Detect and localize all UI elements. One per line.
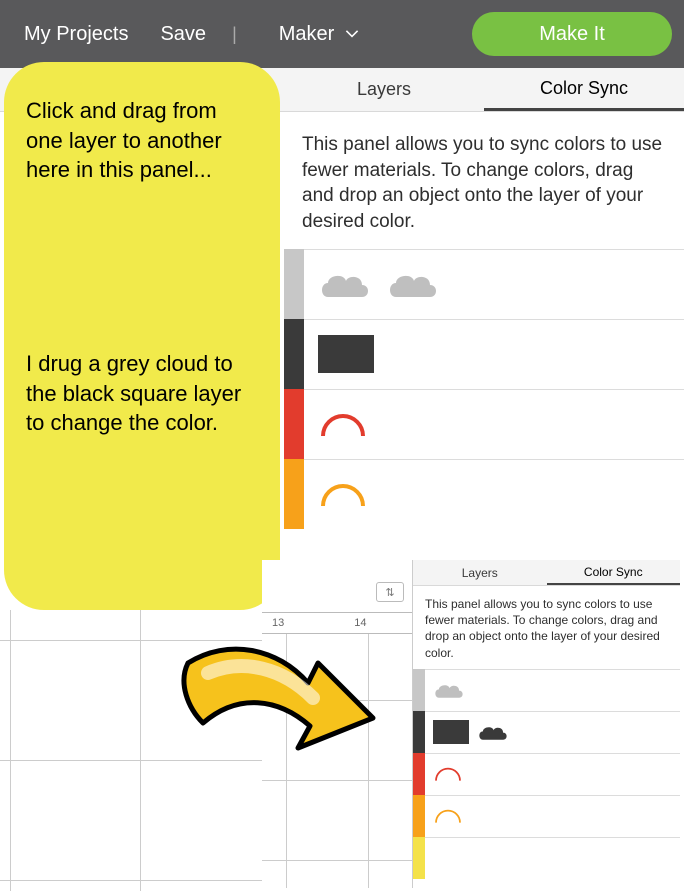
annotation-callout: Click and drag from one layer to another… — [4, 62, 280, 610]
swatch-grey — [284, 249, 304, 319]
cloud-icon[interactable] — [386, 269, 440, 299]
cloud-icon[interactable] — [433, 681, 465, 699]
inset-row-red[interactable] — [413, 753, 680, 795]
swatch-red — [413, 753, 425, 795]
chevron-down-icon — [344, 26, 360, 42]
rectangle-icon[interactable] — [433, 720, 469, 744]
swatch-black — [413, 711, 425, 753]
make-it-button[interactable]: Make It — [472, 12, 672, 56]
inset-panel: Layers Color Sync This panel allows you … — [412, 560, 680, 888]
color-sync-panel: This panel allows you to sync colors to … — [284, 112, 684, 529]
inset-row-black[interactable] — [413, 711, 680, 753]
arc-icon[interactable] — [318, 410, 368, 438]
machine-dropdown[interactable]: Maker — [267, 23, 373, 46]
inset-row-yellow[interactable] — [413, 837, 680, 879]
swatch-black — [284, 319, 304, 389]
color-row-red[interactable] — [284, 389, 684, 459]
machine-dropdown-label: Maker — [279, 23, 335, 46]
color-row-black[interactable] — [284, 319, 684, 389]
inset-tab-color-sync[interactable]: Color Sync — [547, 560, 681, 585]
swatch-yellow — [413, 837, 425, 879]
swatch-orange — [413, 795, 425, 837]
cloud-icon[interactable] — [318, 269, 372, 299]
top-toolbar: My Projects Save | Maker Make It — [0, 0, 684, 68]
arc-icon[interactable] — [433, 807, 463, 825]
panel-description: This panel allows you to sync colors to … — [284, 112, 684, 249]
save-button[interactable]: Save — [148, 23, 218, 46]
inset-tab-layers[interactable]: Layers — [413, 560, 547, 585]
rectangle-icon[interactable] — [318, 335, 374, 373]
inset-tabs: Layers Color Sync — [413, 560, 680, 586]
arc-icon[interactable] — [318, 480, 368, 508]
zoom-control[interactable]: ⇅ — [376, 582, 404, 602]
toolbar-divider: | — [226, 24, 243, 45]
inset-description: This panel allows you to sync colors to … — [413, 586, 680, 669]
cloud-icon[interactable] — [477, 723, 509, 741]
tab-layers[interactable]: Layers — [284, 68, 484, 111]
swatch-grey — [413, 669, 425, 711]
tab-color-sync[interactable]: Color Sync — [484, 68, 684, 111]
color-row-grey[interactable] — [284, 249, 684, 319]
annotation-text-2: I drug a grey cloud to the black square … — [26, 349, 258, 438]
annotation-text-1: Click and drag from one layer to another… — [26, 96, 258, 185]
inset-row-grey[interactable] — [413, 669, 680, 711]
inset-row-orange[interactable] — [413, 795, 680, 837]
swatch-orange — [284, 459, 304, 529]
my-projects-link[interactable]: My Projects — [12, 23, 140, 46]
arc-icon[interactable] — [433, 765, 463, 783]
swatch-red — [284, 389, 304, 459]
arrow-icon — [168, 628, 388, 778]
color-row-orange[interactable] — [284, 459, 684, 529]
